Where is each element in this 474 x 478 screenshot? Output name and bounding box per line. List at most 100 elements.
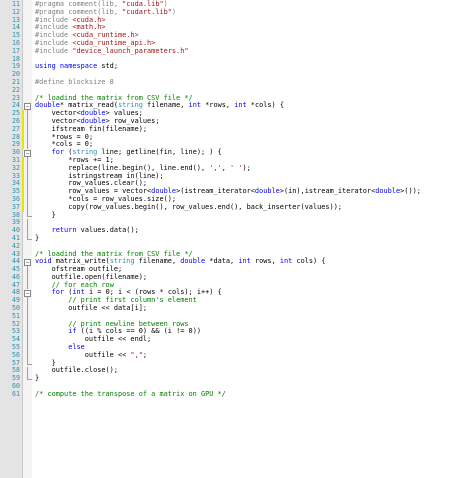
code-text: } [35,211,56,220]
code-token: rows, [250,257,280,266]
code-token: >(istream_iterator< [176,187,255,196]
code-token: *cols) { [246,101,284,110]
fold-guide [24,219,31,228]
code-token: outfile << endl; [35,335,152,344]
code-token: double [180,257,206,266]
fold-guide [24,188,31,196]
fold-guide [24,281,31,290]
code-token: else [68,343,85,352]
code-token: for [51,288,65,297]
code-token: using namespace [35,62,98,71]
fold-guide [24,141,31,150]
code-token: values.data(); [76,226,139,235]
code-token: double [375,187,401,196]
code-token: )) [192,327,202,336]
code-token: ; [142,350,148,359]
fold-guide [24,180,31,189]
code-token: #include [35,23,73,32]
code-token: string [109,257,135,266]
code-token: int [72,288,85,297]
code-text: copy(row_values.begin(), row_values.end(… [35,203,342,212]
code-token: ',' [209,163,222,172]
code-token: > values; [105,109,143,118]
code-token: matrix_write( [51,257,110,266]
code-line[interactable]: 37 copy(row_values.begin(), row_values.e… [0,203,474,212]
code-token: ifstream fin(filename); [35,124,148,133]
code-token: outfile.close(); [35,366,118,375]
code-token: >()); [400,187,421,196]
code-token: "cuda.lib" [122,0,164,8]
code-token: replace(line.begin(), line.end(), [35,163,210,172]
code-token: } [35,358,56,367]
code-token: *data, [205,257,239,266]
fold-guide [24,203,31,212]
code-token: <math.h> [72,23,106,32]
code-token: ofstream outfile; [35,265,123,274]
fold-collapse-icon[interactable]: − [24,102,31,111]
code-token: void [35,257,52,266]
code-line[interactable]: 17 #include "device_launch_parameters.h" [0,46,474,56]
code-line[interactable]: 61 /* compute the transpose of a matrix o… [0,390,474,399]
fold-end [24,375,32,383]
code-token: ) [163,0,168,8]
code-token: int [279,257,293,266]
code-line[interactable]: 58 outfile.close(); [0,367,474,376]
code-token: int [238,257,251,266]
code-token: *cols = [35,140,85,149]
code-token: #include [35,38,73,47]
code-line[interactable]: 59} [0,374,474,383]
fold-collapse-icon[interactable]: − [24,149,31,158]
fold-guide [24,273,31,282]
code-token: row_values = vector< [35,187,152,196]
code-token: #include [35,46,73,55]
code-token: double [35,101,60,110]
code-token: string [118,101,143,110]
fold-collapse-icon[interactable]: − [24,258,31,267]
code-line[interactable]: 56 outfile << ","; [0,350,474,360]
code-editor[interactable]: 11 #pragma comment(lib, "cuda.lib") 12 #pra… [0,0,474,478]
code-token: #include [35,31,73,40]
code-token: ; i < (rows * cols); i++) { [109,288,222,297]
code-token: >(in),istream_iterator< [279,187,376,196]
code-token: filename, [142,101,189,110]
code-line[interactable]: 21 #define blocksize 8 [0,78,474,87]
code-token: vector< [35,116,81,125]
code-text: return values.data(); [35,226,139,235]
code-token: // print newline between rows [68,319,189,328]
code-token: *cols = row_values.size(); [35,194,177,203]
code-token: double [80,116,106,125]
fold-guide [24,328,31,337]
code-text: } [35,374,39,383]
code-text: } [35,234,39,243]
code-token: return [51,226,77,235]
code-text: #include "device_launch_parameters.h" [35,46,189,56]
fold-collapse-icon[interactable]: − [24,289,31,298]
code-line[interactable]: 41} [0,234,474,243]
code-token: "device_launch_parameters.h" [72,46,189,55]
code-token: int [234,101,247,110]
code-token: ) && (i != [142,327,189,336]
code-token: #include [35,15,73,24]
code-text: outfile.close(); [35,367,118,375]
fold-end [24,359,32,368]
code-token: double [151,187,177,196]
code-token: istringstream in(line); [35,171,164,180]
fold-guide [24,297,31,306]
code-line[interactable]: 50 outfile << data[i]; [0,304,474,313]
code-token: ; [88,140,94,149]
code-token: ; [109,155,114,164]
code-token: string [72,148,98,157]
code-token: double [254,187,280,196]
fold-end [24,234,32,243]
code-line[interactable]: 19 using namespace std; [0,62,474,71]
code-token: ) [171,7,177,16]
code-token: // for each row [51,280,114,289]
fold-guide [24,117,31,126]
code-line[interactable]: 38 } [0,211,474,220]
code-line[interactable]: 40 return values.data(); [0,226,474,235]
code-text: outfile << data[i]; [35,304,147,313]
